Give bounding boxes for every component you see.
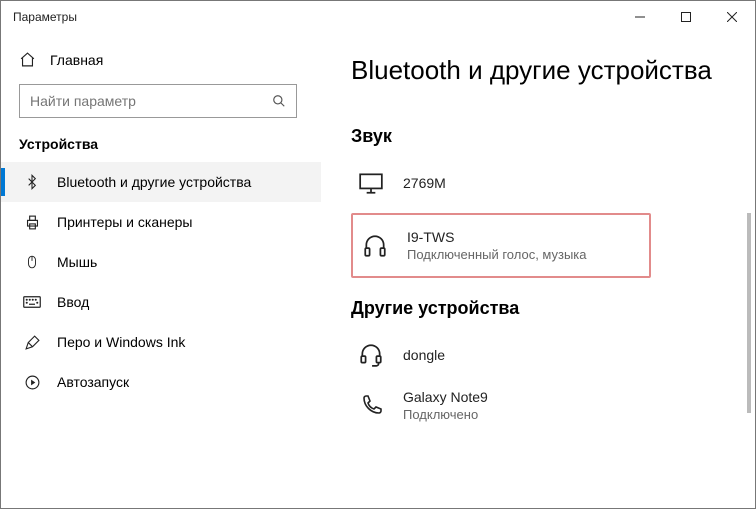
- highlighted-device: I9-TWS Подключенный голос, музыка: [351, 213, 651, 278]
- device-text: 2769M: [403, 175, 446, 191]
- device-name: I9-TWS: [407, 229, 587, 245]
- home-link[interactable]: Главная: [1, 43, 321, 76]
- maximize-icon: [681, 12, 691, 22]
- maximize-button[interactable]: [663, 1, 709, 33]
- content-area: Bluetooth и другие устройства Звук 2769M: [321, 33, 755, 508]
- home-icon: [19, 51, 36, 68]
- close-icon: [727, 12, 737, 22]
- search-box[interactable]: [19, 84, 297, 118]
- device-text: I9-TWS Подключенный голос, музыка: [407, 229, 587, 262]
- search-icon: [272, 94, 286, 108]
- sidebar-heading: Устройства: [1, 130, 321, 162]
- section-title-other: Другие устройства: [351, 298, 735, 319]
- device-row-monitor[interactable]: 2769M: [351, 159, 735, 207]
- search-container: [1, 76, 321, 130]
- sidebar-item-label: Перо и Windows Ink: [57, 334, 185, 350]
- device-status: Подключено: [403, 407, 488, 422]
- device-row-dongle[interactable]: dongle: [351, 331, 735, 379]
- sidebar-item-label: Bluetooth и другие устройства: [57, 174, 251, 190]
- scrollbar[interactable]: [743, 93, 753, 500]
- autoplay-icon: [23, 373, 41, 391]
- printer-icon: [23, 213, 41, 231]
- sidebar-item-mouse[interactable]: Мышь: [1, 242, 321, 282]
- section-title-audio: Звук: [351, 126, 735, 147]
- other-section: Другие устройства dongle Galaxy Note9: [351, 298, 735, 432]
- device-text: dongle: [403, 347, 445, 363]
- headphones-icon: [361, 232, 389, 260]
- home-label: Главная: [50, 52, 103, 68]
- phone-icon: [357, 392, 385, 420]
- keyboard-icon: [23, 293, 41, 311]
- pen-icon: [23, 333, 41, 351]
- window-controls: [617, 1, 755, 33]
- close-button[interactable]: [709, 1, 755, 33]
- sidebar-item-pen[interactable]: Перо и Windows Ink: [1, 322, 321, 362]
- window-body: Главная Устройства Bluetooth и другие ус…: [1, 33, 755, 508]
- settings-window: Параметры Главная: [0, 0, 756, 509]
- sidebar: Главная Устройства Bluetooth и другие ус…: [1, 33, 321, 508]
- titlebar: Параметры: [1, 1, 755, 33]
- device-row-phone[interactable]: Galaxy Note9 Подключено: [351, 379, 735, 432]
- device-row-headphones[interactable]: I9-TWS Подключенный голос, музыка: [355, 219, 647, 272]
- monitor-icon: [357, 169, 385, 197]
- search-input[interactable]: [30, 93, 250, 109]
- sidebar-item-label: Ввод: [57, 294, 89, 310]
- sidebar-item-label: Автозапуск: [57, 374, 129, 390]
- sidebar-item-bluetooth[interactable]: Bluetooth и другие устройства: [1, 162, 321, 202]
- minimize-button[interactable]: [617, 1, 663, 33]
- sidebar-item-label: Мышь: [57, 254, 97, 270]
- device-status: Подключенный голос, музыка: [407, 247, 587, 262]
- minimize-icon: [635, 12, 645, 22]
- sidebar-item-label: Принтеры и сканеры: [57, 214, 192, 230]
- device-name: Galaxy Note9: [403, 389, 488, 405]
- headset-icon: [357, 341, 385, 369]
- sidebar-item-printers[interactable]: Принтеры и сканеры: [1, 202, 321, 242]
- window-title: Параметры: [13, 10, 617, 24]
- sidebar-item-typing[interactable]: Ввод: [1, 282, 321, 322]
- audio-section: Звук 2769M I9-TWS: [351, 126, 735, 278]
- sidebar-item-autoplay[interactable]: Автозапуск: [1, 362, 321, 402]
- device-name: 2769M: [403, 175, 446, 191]
- device-text: Galaxy Note9 Подключено: [403, 389, 488, 422]
- device-name: dongle: [403, 347, 445, 363]
- mouse-icon: [23, 253, 41, 271]
- page-title: Bluetooth и другие устройства: [351, 55, 735, 86]
- bluetooth-icon: [23, 173, 41, 191]
